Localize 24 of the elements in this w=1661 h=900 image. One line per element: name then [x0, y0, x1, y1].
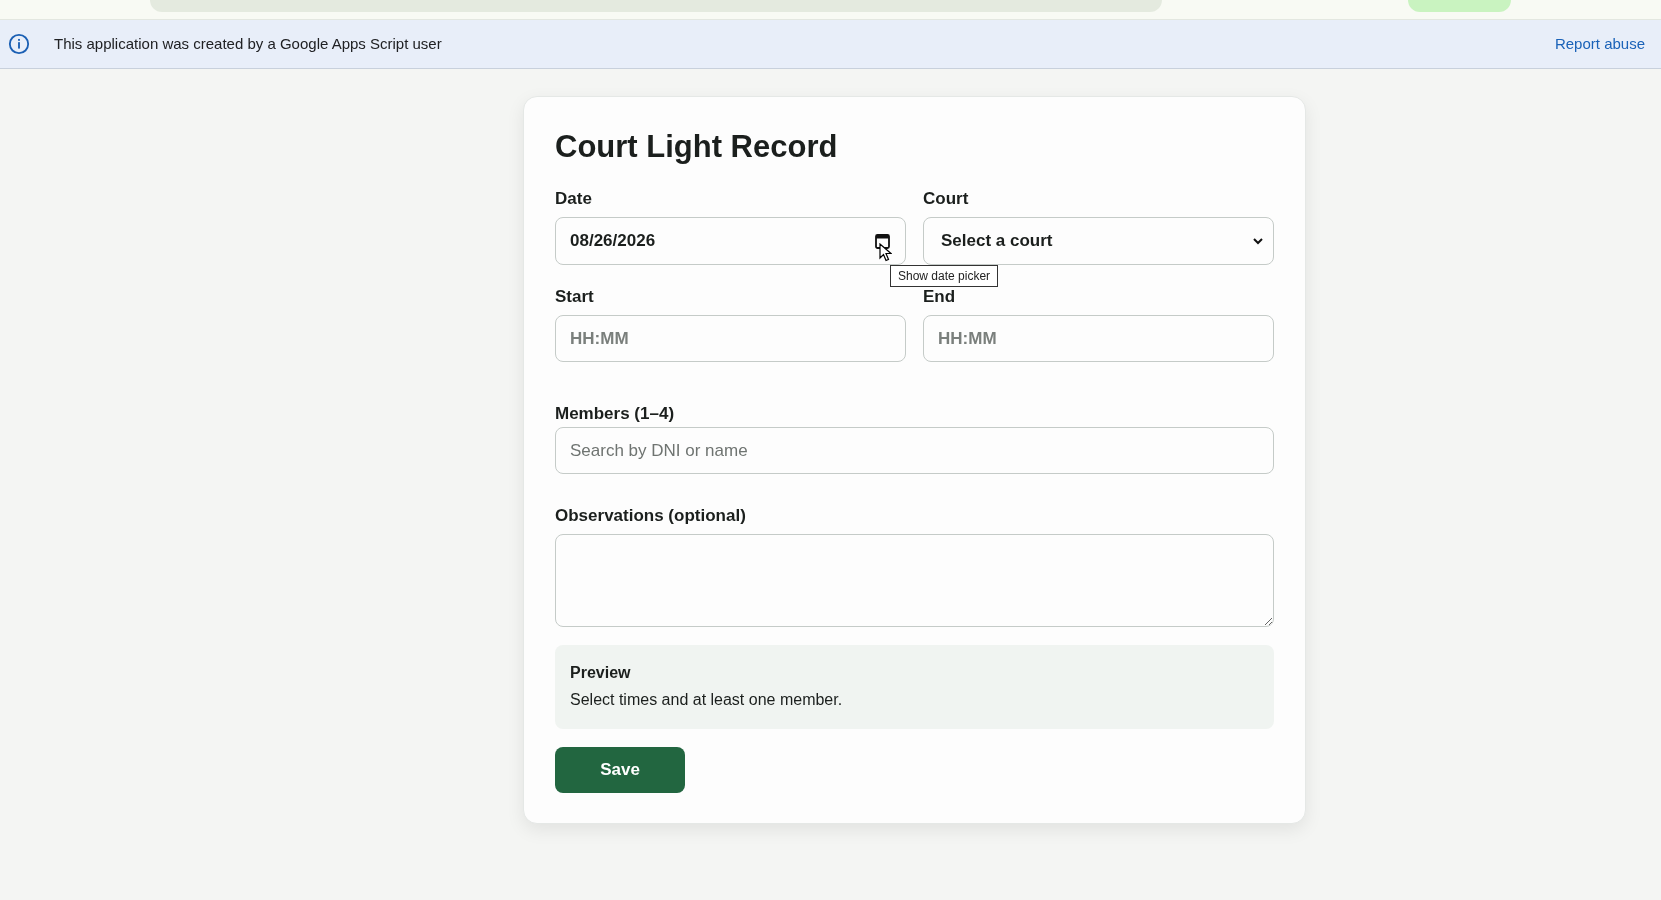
field-label: End	[923, 287, 957, 307]
report-abuse-link[interactable]: Report abuse	[1554, 32, 1645, 56]
select-value: Select a court	[941, 230, 1053, 253]
preview-text: Select times and at least one member.	[570, 690, 844, 710]
chevron-down-icon	[1253, 237, 1263, 245]
field-label: Court	[923, 189, 970, 209]
calendar-icon[interactable]	[875, 233, 890, 249]
form-title: Court Light Record	[555, 129, 839, 165]
court-select[interactable]: Select a court	[923, 217, 1274, 265]
start-time-field[interactable]: HH:MM	[555, 315, 906, 362]
preview-title: Preview	[570, 663, 632, 683]
banner-message: This application was created by a Google Apps Script user	[54, 33, 442, 54]
mouse-cursor-icon	[879, 243, 892, 262]
end-time-field[interactable]: HH:MM	[923, 315, 1274, 362]
field-label: Start	[555, 287, 595, 307]
tooltip: Show date picker	[890, 265, 999, 287]
field-label: Observations (optional)	[555, 506, 747, 526]
field-label: Members (1–4)	[555, 404, 676, 424]
save-button[interactable]: Save	[555, 747, 685, 793]
info-icon	[8, 33, 30, 55]
date-value: 08/26/2026	[570, 230, 656, 253]
field-label: Date	[555, 189, 593, 209]
member-search-field[interactable]: Search by DNI or name	[555, 427, 1274, 474]
date-field[interactable]: 08/26/2026	[555, 217, 906, 265]
